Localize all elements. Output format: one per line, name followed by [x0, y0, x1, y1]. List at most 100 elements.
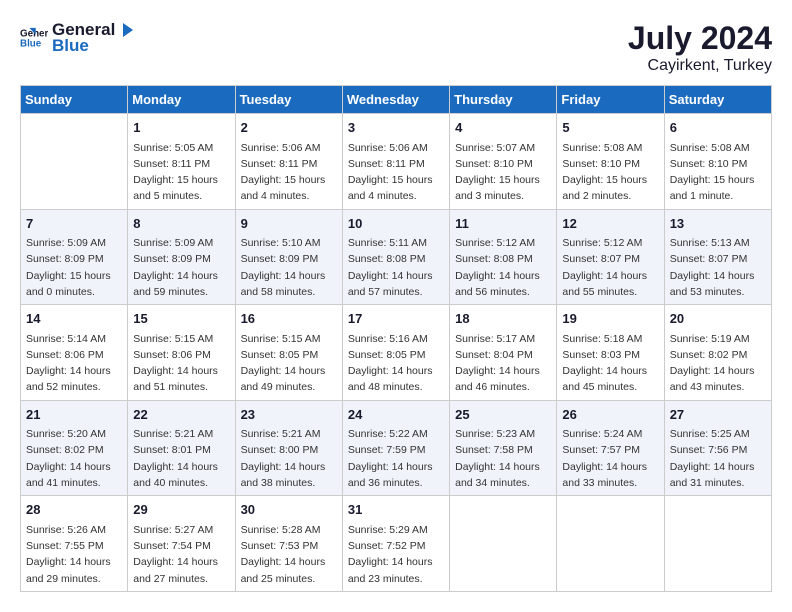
- calendar-cell: 20Sunrise: 5:19 AM Sunset: 8:02 PM Dayli…: [664, 305, 771, 401]
- header-tuesday: Tuesday: [235, 86, 342, 114]
- calendar-cell: 31Sunrise: 5:29 AM Sunset: 7:52 PM Dayli…: [342, 496, 449, 592]
- day-info: Sunrise: 5:18 AM Sunset: 8:03 PM Dayligh…: [562, 331, 658, 396]
- calendar-cell: 29Sunrise: 5:27 AM Sunset: 7:54 PM Dayli…: [128, 496, 235, 592]
- calendar-cell: 1Sunrise: 5:05 AM Sunset: 8:11 PM Daylig…: [128, 114, 235, 210]
- day-number: 1: [133, 118, 229, 138]
- day-info: Sunrise: 5:16 AM Sunset: 8:05 PM Dayligh…: [348, 331, 444, 396]
- calendar-cell: 30Sunrise: 5:28 AM Sunset: 7:53 PM Dayli…: [235, 496, 342, 592]
- day-number: 12: [562, 214, 658, 234]
- day-info: Sunrise: 5:26 AM Sunset: 7:55 PM Dayligh…: [26, 522, 122, 587]
- calendar-cell: [21, 114, 128, 210]
- day-number: 21: [26, 405, 122, 425]
- calendar-cell: 18Sunrise: 5:17 AM Sunset: 8:04 PM Dayli…: [450, 305, 557, 401]
- day-info: Sunrise: 5:10 AM Sunset: 8:09 PM Dayligh…: [241, 235, 337, 300]
- calendar-cell: [557, 496, 664, 592]
- page-title: July 2024: [628, 20, 772, 57]
- calendar-cell: [450, 496, 557, 592]
- page-header: General Blue General Blue July 2024 Cayi…: [20, 20, 772, 75]
- day-number: 30: [241, 500, 337, 520]
- calendar-cell: 16Sunrise: 5:15 AM Sunset: 8:05 PM Dayli…: [235, 305, 342, 401]
- day-info: Sunrise: 5:25 AM Sunset: 7:56 PM Dayligh…: [670, 426, 766, 491]
- header-sunday: Sunday: [21, 86, 128, 114]
- day-info: Sunrise: 5:20 AM Sunset: 8:02 PM Dayligh…: [26, 426, 122, 491]
- calendar-cell: 2Sunrise: 5:06 AM Sunset: 8:11 PM Daylig…: [235, 114, 342, 210]
- day-info: Sunrise: 5:08 AM Sunset: 8:10 PM Dayligh…: [670, 140, 766, 205]
- calendar-cell: 23Sunrise: 5:21 AM Sunset: 8:00 PM Dayli…: [235, 400, 342, 496]
- day-info: Sunrise: 5:17 AM Sunset: 8:04 PM Dayligh…: [455, 331, 551, 396]
- day-number: 11: [455, 214, 551, 234]
- calendar-cell: 4Sunrise: 5:07 AM Sunset: 8:10 PM Daylig…: [450, 114, 557, 210]
- day-number: 27: [670, 405, 766, 425]
- day-number: 15: [133, 309, 229, 329]
- header-monday: Monday: [128, 86, 235, 114]
- day-number: 17: [348, 309, 444, 329]
- svg-text:Blue: Blue: [20, 38, 42, 49]
- day-info: Sunrise: 5:12 AM Sunset: 8:07 PM Dayligh…: [562, 235, 658, 300]
- header-wednesday: Wednesday: [342, 86, 449, 114]
- day-number: 13: [670, 214, 766, 234]
- day-info: Sunrise: 5:14 AM Sunset: 8:06 PM Dayligh…: [26, 331, 122, 396]
- calendar-cell: 14Sunrise: 5:14 AM Sunset: 8:06 PM Dayli…: [21, 305, 128, 401]
- day-info: Sunrise: 5:27 AM Sunset: 7:54 PM Dayligh…: [133, 522, 229, 587]
- day-number: 18: [455, 309, 551, 329]
- calendar-week-row: 14Sunrise: 5:14 AM Sunset: 8:06 PM Dayli…: [21, 305, 772, 401]
- calendar-cell: 8Sunrise: 5:09 AM Sunset: 8:09 PM Daylig…: [128, 209, 235, 305]
- day-info: Sunrise: 5:21 AM Sunset: 8:00 PM Dayligh…: [241, 426, 337, 491]
- logo-arrow-icon: [117, 21, 135, 39]
- day-info: Sunrise: 5:24 AM Sunset: 7:57 PM Dayligh…: [562, 426, 658, 491]
- calendar-week-row: 21Sunrise: 5:20 AM Sunset: 8:02 PM Dayli…: [21, 400, 772, 496]
- calendar-week-row: 1Sunrise: 5:05 AM Sunset: 8:11 PM Daylig…: [21, 114, 772, 210]
- day-info: Sunrise: 5:11 AM Sunset: 8:08 PM Dayligh…: [348, 235, 444, 300]
- day-info: Sunrise: 5:22 AM Sunset: 7:59 PM Dayligh…: [348, 426, 444, 491]
- calendar-cell: [664, 496, 771, 592]
- day-number: 2: [241, 118, 337, 138]
- calendar-cell: 12Sunrise: 5:12 AM Sunset: 8:07 PM Dayli…: [557, 209, 664, 305]
- day-number: 22: [133, 405, 229, 425]
- day-number: 19: [562, 309, 658, 329]
- day-number: 9: [241, 214, 337, 234]
- day-number: 14: [26, 309, 122, 329]
- header-saturday: Saturday: [664, 86, 771, 114]
- calendar-cell: 24Sunrise: 5:22 AM Sunset: 7:59 PM Dayli…: [342, 400, 449, 496]
- calendar-cell: 10Sunrise: 5:11 AM Sunset: 8:08 PM Dayli…: [342, 209, 449, 305]
- day-number: 20: [670, 309, 766, 329]
- page-subtitle: Cayirkent, Turkey: [628, 57, 772, 75]
- header-thursday: Thursday: [450, 86, 557, 114]
- calendar-cell: 22Sunrise: 5:21 AM Sunset: 8:01 PM Dayli…: [128, 400, 235, 496]
- day-number: 29: [133, 500, 229, 520]
- day-number: 26: [562, 405, 658, 425]
- calendar-week-row: 28Sunrise: 5:26 AM Sunset: 7:55 PM Dayli…: [21, 496, 772, 592]
- day-info: Sunrise: 5:06 AM Sunset: 8:11 PM Dayligh…: [348, 140, 444, 205]
- day-number: 16: [241, 309, 337, 329]
- calendar-header-row: SundayMondayTuesdayWednesdayThursdayFrid…: [21, 86, 772, 114]
- calendar-week-row: 7Sunrise: 5:09 AM Sunset: 8:09 PM Daylig…: [21, 209, 772, 305]
- logo-icon: General Blue: [20, 24, 48, 52]
- day-number: 23: [241, 405, 337, 425]
- calendar-cell: 3Sunrise: 5:06 AM Sunset: 8:11 PM Daylig…: [342, 114, 449, 210]
- calendar-cell: 28Sunrise: 5:26 AM Sunset: 7:55 PM Dayli…: [21, 496, 128, 592]
- calendar-table: SundayMondayTuesdayWednesdayThursdayFrid…: [20, 85, 772, 592]
- day-info: Sunrise: 5:15 AM Sunset: 8:06 PM Dayligh…: [133, 331, 229, 396]
- calendar-cell: 13Sunrise: 5:13 AM Sunset: 8:07 PM Dayli…: [664, 209, 771, 305]
- day-number: 7: [26, 214, 122, 234]
- calendar-cell: 26Sunrise: 5:24 AM Sunset: 7:57 PM Dayli…: [557, 400, 664, 496]
- day-number: 8: [133, 214, 229, 234]
- day-info: Sunrise: 5:07 AM Sunset: 8:10 PM Dayligh…: [455, 140, 551, 205]
- day-number: 3: [348, 118, 444, 138]
- day-info: Sunrise: 5:21 AM Sunset: 8:01 PM Dayligh…: [133, 426, 229, 491]
- day-info: Sunrise: 5:23 AM Sunset: 7:58 PM Dayligh…: [455, 426, 551, 491]
- day-number: 6: [670, 118, 766, 138]
- day-info: Sunrise: 5:09 AM Sunset: 8:09 PM Dayligh…: [26, 235, 122, 300]
- logo: General Blue General Blue: [20, 20, 135, 56]
- day-number: 5: [562, 118, 658, 138]
- day-info: Sunrise: 5:13 AM Sunset: 8:07 PM Dayligh…: [670, 235, 766, 300]
- day-number: 10: [348, 214, 444, 234]
- day-number: 25: [455, 405, 551, 425]
- calendar-cell: 11Sunrise: 5:12 AM Sunset: 8:08 PM Dayli…: [450, 209, 557, 305]
- day-info: Sunrise: 5:19 AM Sunset: 8:02 PM Dayligh…: [670, 331, 766, 396]
- day-number: 28: [26, 500, 122, 520]
- calendar-cell: 27Sunrise: 5:25 AM Sunset: 7:56 PM Dayli…: [664, 400, 771, 496]
- calendar-cell: 19Sunrise: 5:18 AM Sunset: 8:03 PM Dayli…: [557, 305, 664, 401]
- header-friday: Friday: [557, 86, 664, 114]
- day-info: Sunrise: 5:08 AM Sunset: 8:10 PM Dayligh…: [562, 140, 658, 205]
